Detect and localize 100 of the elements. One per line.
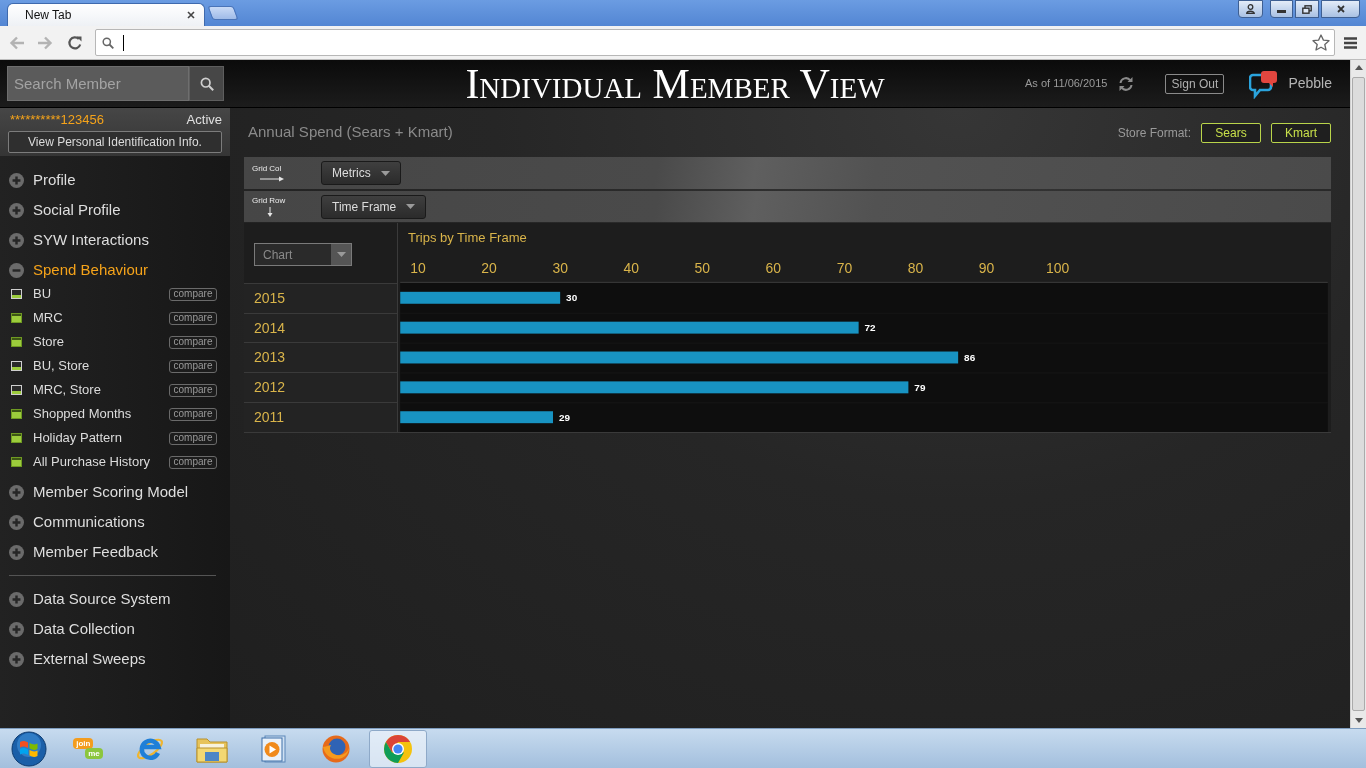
- store-format-button[interactable]: Kmart: [1271, 122, 1331, 143]
- search-icon: [199, 76, 214, 91]
- grid-dropdown[interactable]: Time Frame: [321, 194, 427, 219]
- menu-item[interactable]: SYW Interactions: [9, 225, 221, 255]
- panel-title: Annual Spend (Sears + Kmart): [247, 122, 453, 143]
- submenu-item[interactable]: All Purchase History: [33, 452, 169, 472]
- value-label: 30: [566, 292, 578, 304]
- arrow-right-icon: [260, 176, 284, 182]
- fox-globe-icon: [321, 733, 351, 764]
- submenu-item[interactable]: BU, Store: [33, 356, 169, 376]
- menu-item[interactable]: Social Profile: [9, 195, 221, 225]
- menu-item[interactable]: Member Feedback: [9, 537, 221, 567]
- logo-text: join: [73, 738, 94, 749]
- menu-item[interactable]: Member Scoring Model: [9, 477, 221, 507]
- caret-icon: [380, 170, 390, 176]
- restore-icon: [1302, 4, 1312, 14]
- search-button[interactable]: [189, 66, 224, 101]
- axis-tick-label: 40: [623, 259, 639, 276]
- brand-name: Pebble: [1288, 74, 1332, 93]
- scrollbar-thumb[interactable]: [1352, 77, 1365, 711]
- grid-dropdown[interactable]: Metrics: [321, 161, 401, 185]
- speech-bubbles-logo-icon: [1249, 68, 1280, 99]
- value-label: 86: [964, 351, 976, 363]
- category-label: 2013: [254, 348, 286, 368]
- axis-tick-label: 70: [836, 259, 853, 276]
- compare-button[interactable]: compare: [169, 407, 217, 421]
- plus-circle-icon: [9, 591, 24, 607]
- compare-button[interactable]: compare: [169, 335, 217, 349]
- compare-button[interactable]: compare: [169, 455, 217, 469]
- plus-circle-icon: [9, 621, 24, 637]
- submenu-item[interactable]: Shopped Months: [33, 404, 169, 424]
- refresh-icon[interactable]: [1118, 75, 1135, 92]
- plus-circle-icon: [9, 651, 24, 667]
- page-title: Individual Member View: [465, 62, 885, 105]
- compare-button[interactable]: compare: [169, 431, 217, 445]
- minus-circle-icon: [9, 262, 24, 278]
- category-label: 2011: [254, 408, 285, 428]
- plus-circle-icon: [9, 232, 24, 248]
- axis-tick-label: 10: [410, 259, 426, 276]
- submenu-item[interactable]: MRC: [33, 308, 169, 328]
- compare-button[interactable]: compare: [169, 287, 217, 301]
- menu-item[interactable]: Spend Behaviour: [9, 255, 221, 285]
- menu-icon[interactable]: [1344, 36, 1357, 49]
- close-window-button[interactable]: [1321, 0, 1360, 18]
- taskbar-button[interactable]: [369, 729, 427, 768]
- minimize-icon: [1277, 10, 1286, 13]
- compare-button[interactable]: compare: [169, 359, 217, 373]
- submenu-item[interactable]: BU: [33, 284, 169, 304]
- grid-axis-label: Grid Col: [252, 164, 283, 174]
- menu-item[interactable]: Data Source System: [9, 584, 221, 614]
- start-orb-icon[interactable]: [10, 730, 47, 767]
- menu-item[interactable]: Profile: [9, 165, 221, 195]
- as-of-date: As of 11/06/2015: [1025, 76, 1108, 92]
- plus-circle-icon: [9, 172, 24, 188]
- submenu-item[interactable]: MRC, Store: [33, 380, 169, 400]
- store-format-label: Store Format:: [1117, 124, 1191, 142]
- view-identification-button[interactable]: View Personal Identification Info.: [8, 131, 222, 153]
- person-icon: [1246, 4, 1255, 14]
- axis-tick-label: 80: [907, 259, 924, 276]
- scroll-up-arrow-icon[interactable]: [1354, 65, 1363, 70]
- compare-button[interactable]: compare: [169, 311, 217, 325]
- scrollbar[interactable]: [1350, 60, 1366, 728]
- menu-item[interactable]: Communications: [9, 507, 221, 537]
- chart-title: Trips by Time Frame: [408, 229, 527, 248]
- menu-item[interactable]: Data Collection: [9, 614, 221, 644]
- star-icon[interactable]: [1312, 34, 1330, 51]
- category-label: 2012: [254, 378, 286, 398]
- value-label: 72: [864, 322, 876, 333]
- submenu-item[interactable]: Holiday Pattern: [33, 428, 169, 448]
- search-field[interactable]: Search Member: [7, 66, 189, 101]
- logo-text: me: [85, 748, 103, 759]
- scroll-down-arrow-icon[interactable]: [1354, 718, 1363, 723]
- member-status: Active: [186, 111, 222, 130]
- category-label: 2015: [254, 288, 286, 308]
- compare-button[interactable]: compare: [169, 383, 217, 397]
- play-icon: [261, 734, 287, 763]
- member-id: **********123456: [9, 111, 104, 130]
- category-label: 2014: [254, 318, 286, 338]
- caret-icon: [336, 252, 346, 258]
- browser-tab[interactable]: New Tab: [7, 3, 205, 26]
- axis-tick-label: 90: [978, 259, 995, 276]
- value-label: 29: [558, 411, 571, 423]
- user-button[interactable]: [1238, 0, 1263, 18]
- new-tab-button[interactable]: [207, 6, 239, 20]
- arrow-down-icon: [267, 207, 273, 217]
- axis-tick-label: 60: [765, 259, 782, 276]
- axis-tick-label: 20: [481, 259, 497, 276]
- sign-out-button[interactable]: Sign Out: [1165, 73, 1225, 94]
- menu-item[interactable]: External Sweeps: [9, 644, 221, 674]
- reload-icon[interactable]: [67, 34, 83, 51]
- close-icon[interactable]: [187, 11, 195, 19]
- value-label: 79: [914, 381, 926, 393]
- plus-circle-icon: [9, 202, 24, 218]
- store-format-button[interactable]: Sears: [1201, 122, 1261, 143]
- axis-tick-label: 50: [694, 259, 711, 276]
- restore-button[interactable]: [1295, 0, 1319, 18]
- close-icon: [1336, 5, 1345, 13]
- view-type-dropdown[interactable]: Chart: [254, 243, 352, 267]
- minimize-button[interactable]: [1270, 0, 1293, 18]
- submenu-item[interactable]: Store: [33, 332, 169, 352]
